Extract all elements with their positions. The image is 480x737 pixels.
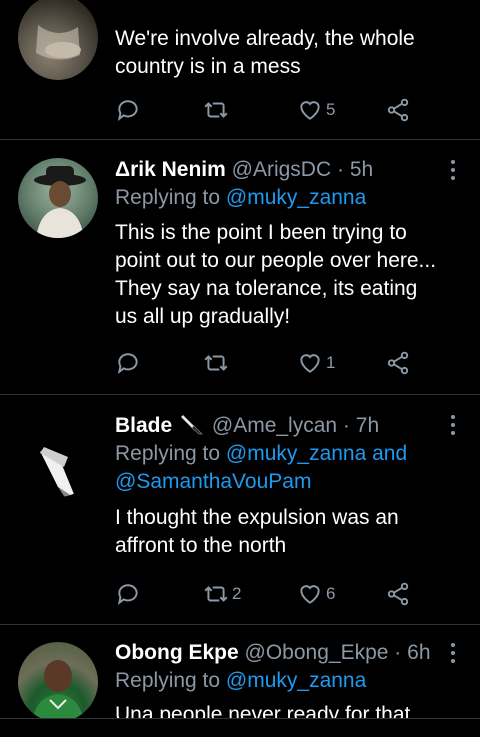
timestamp: 7h [355, 414, 380, 437]
retweet-button[interactable]: 2 [203, 579, 241, 609]
like-icon [300, 585, 320, 604]
avatar[interactable] [18, 0, 98, 80]
tweet-text: Una people never ready for that [115, 703, 411, 718]
more-icon[interactable] [450, 160, 456, 184]
tweet-text: We're involve already, the whole country… [115, 27, 415, 78]
retweet-icon [204, 586, 228, 602]
more-icon[interactable] [450, 643, 456, 667]
tweet-header: Δrik Nenim @ArigsDC · 5h [115, 156, 440, 184]
tweet-text: This is the point I been trying to point… [115, 221, 437, 328]
share-button[interactable] [385, 579, 411, 609]
knife-icon [181, 415, 203, 435]
display-name[interactable]: Obong Ekpe [115, 641, 239, 664]
tweet-header: Blade @Ame_lycan · 7h [115, 412, 440, 440]
reply-button[interactable] [115, 348, 144, 378]
reply-icon [117, 353, 138, 374]
share-icon [387, 351, 409, 375]
display-name[interactable]: Blade [115, 414, 172, 437]
avatar[interactable] [18, 158, 98, 238]
like-icon [300, 101, 320, 120]
share-button[interactable] [385, 348, 411, 378]
timestamp: 5h [349, 158, 374, 181]
like-button[interactable]: 5 [297, 95, 335, 125]
user-handle[interactable]: @Obong_Ekpe [245, 641, 389, 664]
tweet-item[interactable]: Δrik Nenim @ArigsDC · 5h Replying to @mu… [0, 140, 480, 395]
replying-to: Replying to @muky_zanna [115, 186, 367, 209]
reply-button[interactable] [115, 579, 144, 609]
tweet-item[interactable]: Obong Ekpe @Obong_Ekpe · 6h Replying to … [0, 625, 480, 718]
share-icon [387, 98, 409, 122]
replying-to: Replying to @muky_zanna and @SamanthaVou… [115, 442, 408, 493]
separator-dot: · [342, 414, 350, 437]
retweet-icon [204, 355, 228, 371]
retweet-button[interactable] [203, 348, 232, 378]
avatar[interactable] [18, 417, 98, 497]
retweet-button[interactable] [203, 95, 232, 125]
timestamp: 6h [407, 641, 431, 664]
more-icon[interactable] [450, 415, 456, 439]
retweet-icon [204, 102, 228, 118]
mention-link[interactable]: @muky_zanna [226, 186, 366, 209]
user-handle[interactable]: @Ame_lycan [212, 414, 337, 437]
tweet-item[interactable]: We're involve already, the whole country… [0, 0, 480, 140]
like-button[interactable]: 6 [297, 579, 335, 609]
separator-dot: · [394, 641, 402, 664]
user-handle[interactable]: @ArigsDC [232, 158, 332, 181]
tweet-text: I thought the expulsion was an affront t… [115, 506, 399, 557]
tweet-item[interactable]: Blade @Ame_lycan · 7h Replying to @muky_… [0, 395, 480, 625]
reply-button[interactable] [115, 95, 144, 125]
display-name[interactable]: Δrik Nenim [115, 158, 226, 181]
like-button[interactable]: 1 [297, 348, 335, 378]
like-icon [300, 354, 320, 373]
bottom-divider [0, 718, 480, 719]
reply-icon [117, 100, 138, 121]
separator-dot: · [336, 158, 344, 181]
mention-link[interactable]: @muky_zanna [226, 669, 366, 692]
share-icon [387, 582, 409, 606]
mention-link[interactable]: @muky_zanna and [226, 442, 407, 465]
reply-icon [117, 584, 138, 605]
replying-to: Replying to @muky_zanna [115, 669, 367, 692]
avatar[interactable] [18, 642, 98, 718]
tweet-header: Obong Ekpe @Obong_Ekpe · 6h [115, 639, 440, 667]
mention-link[interactable]: @SamanthaVouPam [115, 470, 311, 493]
share-button[interactable] [385, 95, 411, 125]
